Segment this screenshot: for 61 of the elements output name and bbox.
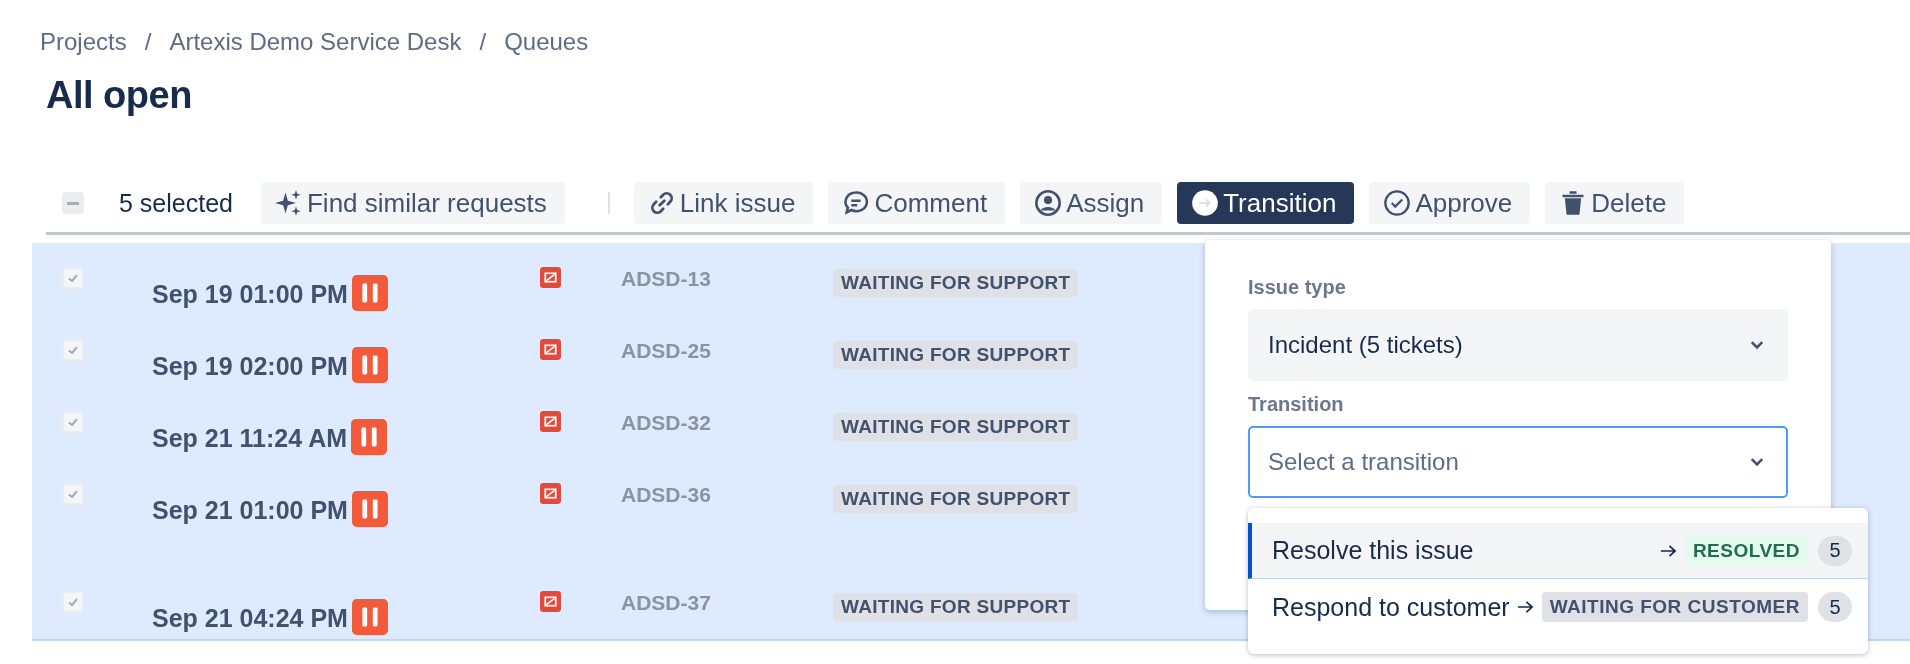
- comment-icon: [842, 189, 871, 217]
- issue-type-icon: [540, 411, 561, 432]
- issue-type-icon: [540, 339, 561, 360]
- arrow-circle-icon: [1191, 189, 1220, 217]
- option-label: Resolve this issue: [1272, 536, 1474, 565]
- breadcrumb-separator: /: [479, 28, 487, 56]
- status-lozenge: WAITING FOR SUPPORT: [833, 341, 1079, 369]
- status-lozenge: WAITING FOR SUPPORT: [833, 413, 1079, 441]
- status-lozenge: WAITING FOR SUPPORT: [833, 269, 1079, 297]
- field-label: Transition: [1248, 393, 1345, 416]
- breadcrumb-link[interactable]: Projects: [40, 28, 127, 56]
- issue-type-select[interactable]: Incident (5 tickets): [1248, 309, 1788, 381]
- row-checkbox[interactable]: [62, 339, 84, 361]
- action-button[interactable]: Assign: [1020, 182, 1163, 224]
- arrow-right-icon: [1516, 600, 1534, 614]
- menu-option[interactable]: Respond to customer WAITING FOR CUSTOMER 5: [1248, 579, 1868, 635]
- due-date: Sep 21 01:00 PM: [152, 495, 348, 525]
- status-lozenge: WAITING FOR SUPPORT: [833, 485, 1079, 513]
- issue-type-icon: [540, 483, 561, 504]
- status-lozenge: WAITING FOR CUSTOMER: [1541, 592, 1808, 622]
- field-label: Issue type: [1248, 276, 1347, 299]
- breadcrumb-link[interactable]: Artexis Demo Service Desk: [169, 28, 462, 56]
- chevron-down-icon: [1750, 457, 1764, 467]
- issue-type-icon: [540, 267, 561, 288]
- pause-icon: [351, 347, 388, 383]
- breadcrumb-separator: /: [144, 28, 152, 56]
- status-lozenge: RESOLVED: [1684, 535, 1808, 566]
- due-date: Sep 21 11:24 AM: [152, 423, 347, 453]
- count-badge: 5: [1818, 592, 1852, 622]
- page-title: All open: [46, 73, 193, 118]
- action-button[interactable]: Link issue: [633, 182, 814, 224]
- breadcrumb-link[interactable]: Queues: [504, 28, 589, 56]
- action-button[interactable]: Delete: [1545, 182, 1685, 224]
- row-checkbox[interactable]: [62, 483, 84, 505]
- action-button[interactable]: Find similar requests: [260, 182, 565, 224]
- row-checkbox[interactable]: [62, 591, 84, 613]
- pause-icon: [351, 419, 387, 455]
- pause-icon: [351, 599, 388, 635]
- menu-option[interactable]: Resolve this issue RESOLVED 5: [1248, 523, 1868, 579]
- row-checkbox[interactable]: [62, 411, 84, 433]
- transition-select[interactable]: Select a transition: [1248, 426, 1788, 498]
- option-label: Respond to customer: [1272, 592, 1510, 622]
- user-icon: [1034, 189, 1063, 217]
- chevron-down-icon: [1750, 340, 1764, 350]
- row-checkbox[interactable]: [62, 267, 84, 289]
- action-button[interactable]: Comment: [828, 182, 1006, 224]
- count-badge: 5: [1818, 535, 1852, 566]
- arrow-right-icon: [1659, 543, 1677, 558]
- pause-icon: [351, 491, 388, 527]
- selected-count: 5 selected: [119, 188, 233, 218]
- due-date: Sep 19 01:00 PM: [152, 279, 348, 309]
- action-button[interactable]: Approve: [1369, 182, 1531, 224]
- pause-icon: [351, 275, 388, 311]
- status-lozenge: WAITING FOR SUPPORT: [833, 593, 1079, 621]
- sparkle-icon: [274, 189, 303, 217]
- check-circle-icon: [1383, 189, 1412, 217]
- due-date: Sep 19 02:00 PM: [152, 351, 348, 381]
- issue-type-icon: [540, 591, 561, 612]
- action-button[interactable]: Transition: [1177, 182, 1355, 224]
- due-date: Sep 21 04:24 PM: [152, 603, 348, 633]
- select-all-checkbox[interactable]: [62, 192, 84, 214]
